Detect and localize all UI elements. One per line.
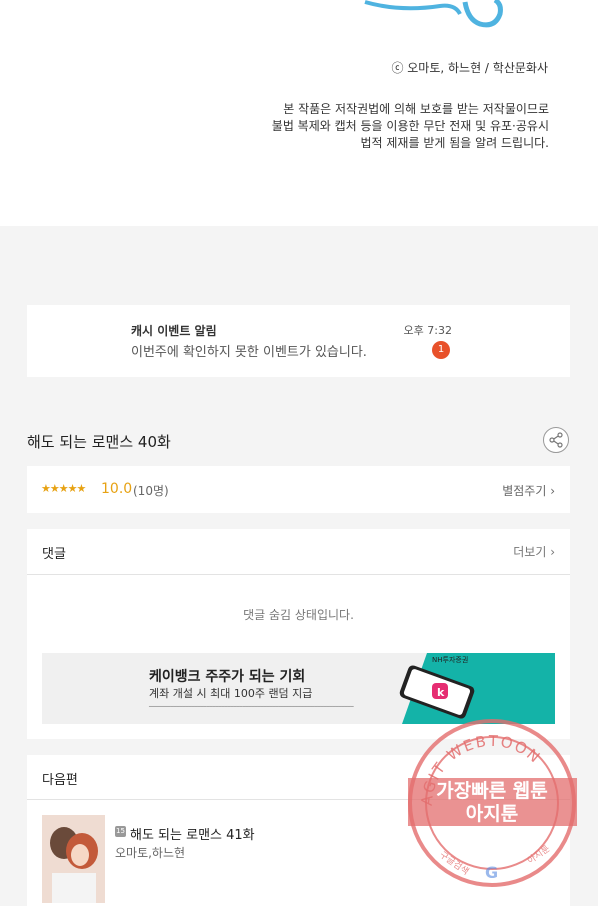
star-rating-icon: ★★★★★: [41, 482, 86, 495]
comments-hidden-message: 댓글 숨김 상태입니다.: [243, 608, 354, 622]
notice-line: 법적 제재를 받게 됨을 알려 드립니다.: [360, 136, 550, 150]
notice-line: 본 작품은 저작권법에 의해 보호를 받는 저작물이므로: [283, 102, 549, 116]
share-button[interactable]: [543, 427, 569, 453]
copyright-text: ⓒ 오마토, 하느현 / 학산문화사: [391, 61, 548, 75]
comments-more-link[interactable]: 더보기 ›: [513, 543, 555, 560]
comments-card: 댓글 더보기 › 댓글 숨김 상태입니다. 케이뱅크 주주가 되는 기회 계좌 …: [27, 529, 570, 739]
share-icon: [549, 432, 563, 448]
notification-badge: 1: [432, 341, 450, 359]
copyright-notice: 본 작품은 저작권법에 의해 보호를 받는 저작물이므로 불법 복제와 캡처 등…: [272, 101, 549, 152]
svg-text:k: k: [437, 686, 445, 699]
ad-subline: 계좌 개설 시 최대 100주 랜덤 지급: [149, 687, 313, 700]
comments-label: 댓글: [42, 547, 66, 562]
rating-card: ★★★★★ 10.0 (10명) 별점주기 ›: [27, 466, 570, 513]
comments-header: 댓글 더보기 ›: [27, 529, 570, 575]
ad-phone-illustration: NH투자증권 k: [399, 653, 555, 724]
ad-banner[interactable]: 케이뱅크 주주가 되는 기회 계좌 개설 시 최대 100주 랜덤 지급 ━━━…: [42, 653, 555, 724]
ad-headline: 케이뱅크 주주가 되는 기회: [149, 669, 306, 685]
artwork-fragment: [364, 0, 503, 28]
notice-line: 불법 복제와 캡처 등을 이용한 무단 전재 및 유포·공유시: [271, 119, 549, 133]
rating-score: 10.0: [101, 481, 133, 497]
rate-button[interactable]: 별점주기 ›: [502, 482, 555, 499]
next-episode-header: 다음편: [27, 755, 570, 800]
episode-end-section: ⓒ 오마토, 하느현 / 학산문화사 본 작품은 저작권법에 의해 보호를 받는…: [0, 0, 598, 226]
rating-count: (10명): [133, 484, 169, 498]
notification-time: 오후 7:32: [403, 324, 452, 337]
next-episode-thumbnail[interactable]: [42, 815, 105, 903]
next-episode-label: 다음편: [42, 773, 78, 788]
notification-title: 캐시 이벤트 알림: [131, 324, 217, 338]
next-episode-card: 다음편 15 해도 되는 로맨스 41화 오마토,하느현: [27, 755, 570, 906]
ad-fineprint: ━━━━━━━━━━━━━━━━━━━━━━━━━━━━━━━━━━━━━━━━…: [149, 704, 354, 710]
ad-brand: NH투자증권: [432, 655, 468, 664]
cash-event-notification[interactable]: 캐시 이벤트 알림 이번주에 확인하지 못한 이벤트가 있습니다. 오후 7:3…: [27, 305, 570, 377]
notification-message: 이번주에 확인하지 못한 이벤트가 있습니다.: [131, 345, 367, 360]
next-episode-author: 오마토,하느현: [115, 846, 186, 860]
thumbnail-art: [42, 815, 105, 903]
age-rating-badge: 15: [115, 826, 126, 837]
episode-title: 해도 되는 로맨스 40화: [27, 433, 171, 451]
next-episode-title[interactable]: 해도 되는 로맨스 41화: [130, 824, 255, 843]
